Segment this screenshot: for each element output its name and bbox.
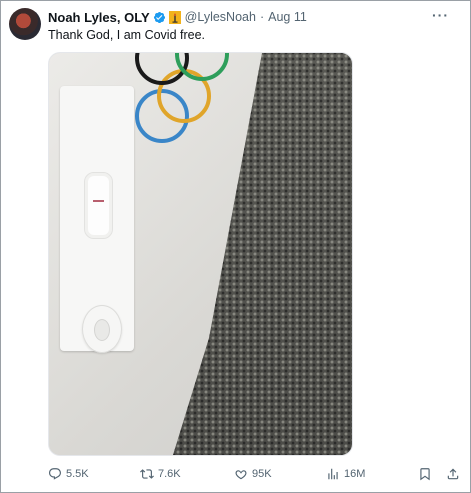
repost-icon — [140, 469, 154, 479]
more-icon[interactable]: ··· — [432, 8, 449, 22]
share-button[interactable] — [446, 465, 460, 483]
repost-button[interactable]: 7.6K — [140, 465, 181, 483]
views-chart-icon — [328, 468, 338, 480]
bookmark-icon — [420, 468, 430, 481]
olympic-torch-icon — [168, 10, 181, 24]
reply-count: 5.5K — [66, 468, 89, 480]
tweet-text: Thank God, I am Covid free. — [48, 28, 206, 42]
result-window — [84, 172, 113, 239]
covid-test-cassette — [60, 86, 134, 353]
views-count: 16M — [344, 468, 366, 480]
author-handle[interactable]: @LylesNoah — [185, 10, 256, 24]
like-count: 95K — [252, 468, 272, 480]
action-bar: 5.5K 7.6K 95K 16M — [48, 465, 462, 485]
reply-icon — [49, 468, 61, 480]
share-icon — [447, 468, 459, 480]
avatar[interactable] — [9, 8, 41, 40]
reply-button[interactable]: 5.5K — [48, 465, 89, 483]
control-line — [93, 200, 104, 202]
views-button[interactable]: 16M — [326, 465, 365, 483]
heart-icon — [235, 470, 247, 480]
tweet-date[interactable]: Aug 11 — [268, 10, 307, 24]
author-name[interactable]: Noah Lyles, OLY — [48, 10, 150, 25]
sample-well — [82, 305, 122, 353]
repost-count: 7.6K — [158, 468, 181, 480]
separator: · — [259, 10, 265, 24]
verified-badge-icon — [153, 11, 165, 23]
tweet-header: Noah Lyles, OLY @LylesNoah · Aug 11 — [48, 8, 307, 26]
bookmark-button[interactable] — [418, 465, 432, 483]
like-button[interactable]: 95K — [234, 465, 272, 483]
tweet-photo[interactable] — [48, 52, 353, 456]
